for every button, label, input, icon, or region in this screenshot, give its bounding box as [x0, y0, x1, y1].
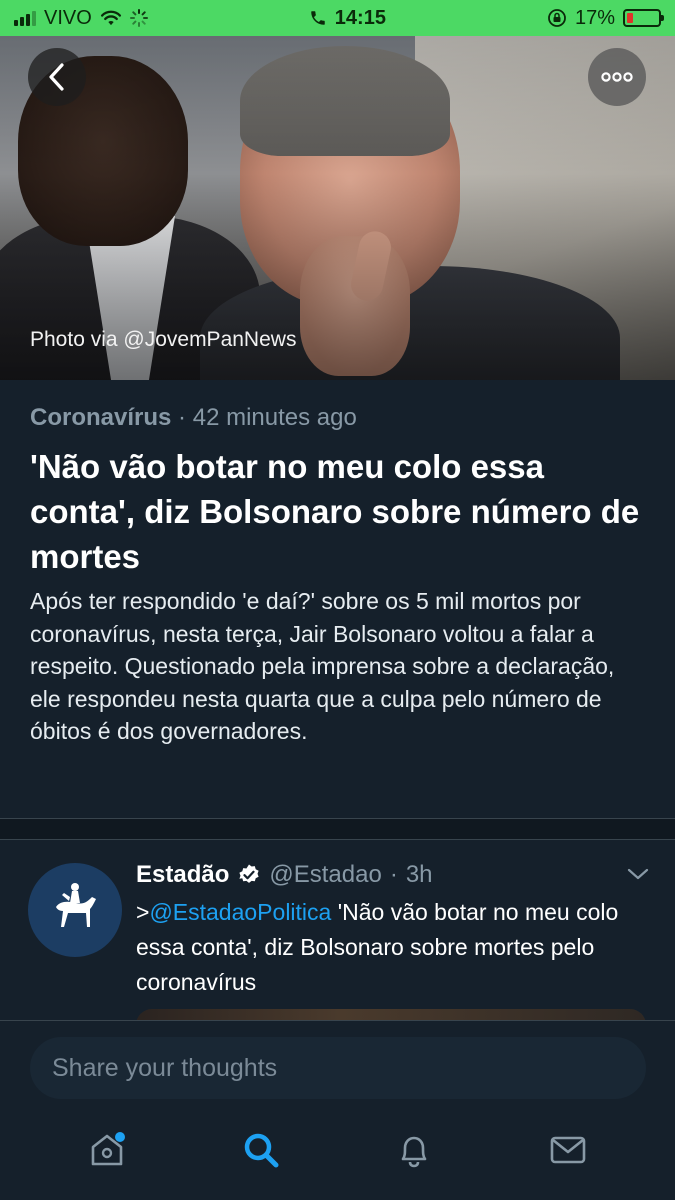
wifi-icon — [100, 10, 121, 26]
tweet-time: 3h — [405, 861, 433, 888]
chevron-left-icon — [49, 63, 64, 91]
status-right: 17% — [547, 6, 664, 30]
photo-credit: Photo via @JovemPanNews — [30, 328, 297, 351]
tweet-mention-link[interactable]: @EstadaoPolitica — [149, 899, 331, 925]
status-left: VIVO — [14, 7, 148, 30]
share-thoughts-input[interactable] — [30, 1037, 646, 1099]
back-button[interactable] — [28, 48, 86, 106]
compose-bar — [0, 1020, 675, 1110]
new-content-dot — [114, 1132, 125, 1142]
article-topic[interactable]: Coronavírus — [30, 404, 171, 431]
tweet-dot: · — [389, 861, 398, 888]
tweet-handle[interactable]: @Estadao — [269, 861, 381, 889]
tweet-author-name[interactable]: Estadão — [136, 861, 229, 889]
search-icon — [244, 1133, 279, 1168]
tweet-header: Estadão @Estadao · 3h — [136, 861, 433, 889]
tweet-card[interactable]: Estadão @Estadao · 3h >@EstadaoPolitica … — [0, 841, 675, 1029]
phone-call-icon — [311, 11, 325, 25]
clock-time: 14:15 — [334, 6, 386, 29]
tweet-menu-button[interactable] — [626, 867, 650, 886]
status-center: 14:15 — [309, 7, 386, 30]
tweet-text-prefix: > — [136, 899, 150, 925]
verified-badge-icon — [239, 864, 259, 883]
article-description: Após ter respondido 'e daí?' sobre os 5 … — [30, 588, 615, 744]
meta-separator: · — [178, 404, 187, 431]
tab-home[interactable] — [77, 1120, 137, 1180]
status-bar: VIVO 14:15 17% — [0, 0, 675, 36]
article-hero-image: Photo via @JovemPanNews — [0, 36, 675, 380]
tab-search[interactable] — [231, 1120, 291, 1180]
article-summary: Coronavírus · 42 minutes ago 'Não vão bo… — [0, 380, 675, 748]
battery-percent: 17% — [574, 6, 615, 29]
more-options-button[interactable] — [588, 48, 646, 106]
horse-rider-logo-icon — [56, 883, 96, 927]
activity-spinner-icon — [129, 9, 148, 27]
section-divider — [0, 818, 675, 840]
messages-icon — [550, 1136, 586, 1164]
article-headline: 'Não vão botar no meu colo essa conta', … — [30, 448, 640, 575]
battery-icon — [622, 9, 664, 27]
more-horizontal-icon — [601, 72, 633, 82]
carrier-label: VIVO — [44, 6, 92, 29]
tab-notifications[interactable] — [384, 1120, 444, 1180]
article-meta: Coronavírus · 42 minutes ago — [30, 404, 645, 432]
orientation-lock-icon — [548, 9, 566, 27]
avatar[interactable] — [28, 863, 122, 957]
tweet-text: >@EstadaoPolitica 'Não vão botar no meu … — [136, 895, 636, 1000]
bottom-tab-bar — [0, 1110, 675, 1200]
signal-icon — [14, 10, 36, 26]
chevron-down-icon — [627, 868, 649, 880]
article-time: 42 minutes ago — [192, 404, 357, 431]
notifications-icon — [402, 1136, 427, 1168]
tab-messages[interactable] — [538, 1120, 598, 1180]
